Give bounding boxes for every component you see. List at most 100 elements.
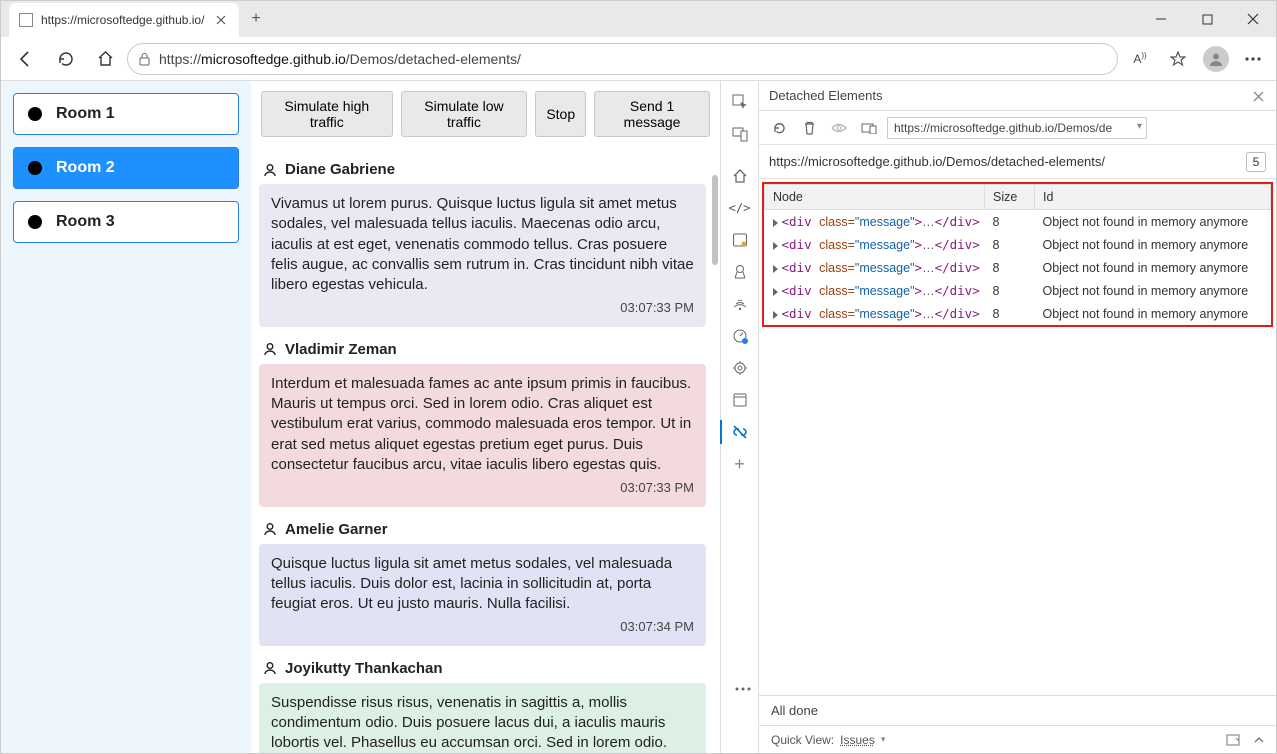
refresh-detached-button[interactable] <box>767 116 791 140</box>
messages-list: Diane Gabriene Vivamus ut lorem purus. Q… <box>251 143 720 753</box>
device-toggle-icon[interactable] <box>725 119 755 149</box>
page-url-text: https://microsoftedge.github.io/Demos/de… <box>769 154 1105 169</box>
message: Vladimir Zeman Interdum et malesuada fam… <box>259 341 706 507</box>
detached-count-badge: 5 <box>1246 152 1266 172</box>
message-sender: Vladimir Zeman <box>259 341 706 358</box>
person-icon <box>263 342 277 356</box>
table-row[interactable]: <div class="message">…</div> 8 Object no… <box>765 210 1271 234</box>
new-tab-button[interactable]: + <box>239 2 273 36</box>
reveal-button[interactable] <box>827 116 851 140</box>
table-row[interactable]: <div class="message">…</div> 8 Object no… <box>765 302 1271 325</box>
room-item-1[interactable]: Room 1 <box>13 93 239 135</box>
scrollbar-thumb[interactable] <box>712 175 718 265</box>
simulate-low-button[interactable]: Simulate low traffic <box>401 91 528 137</box>
status-dot-icon <box>28 161 42 175</box>
message-sender: Amelie Garner <box>259 521 706 538</box>
memory-tab-icon[interactable] <box>725 353 755 383</box>
room-item-3[interactable]: Room 3 <box>13 201 239 243</box>
stop-button[interactable]: Stop <box>535 91 586 137</box>
col-node[interactable]: Node <box>765 185 985 210</box>
favorites-button[interactable] <box>1160 41 1196 77</box>
person-icon <box>263 522 277 536</box>
application-tab-icon[interactable] <box>725 385 755 415</box>
message: Amelie Garner Quisque luctus ligula sit … <box>259 521 706 646</box>
window-close-button[interactable] <box>1230 1 1276 37</box>
message: Diane Gabriene Vivamus ut lorem purus. Q… <box>259 161 706 327</box>
message-body: Interdum et malesuada fames ac ante ipsu… <box>259 364 706 507</box>
devtools-header: Detached Elements <box>759 81 1276 111</box>
delete-button[interactable] <box>797 116 821 140</box>
quickview-footer: Quick View: Issues ▾ <box>759 725 1276 753</box>
rooms-sidebar: Room 1 Room 2 Room 3 <box>1 81 251 753</box>
demo-app: Room 1 Room 2 Room 3 Simulate high traff… <box>1 81 721 753</box>
detached-table-highlight: Node Size Id <div class="message">…</div… <box>762 182 1273 327</box>
read-aloud-button[interactable]: A)) <box>1122 41 1158 77</box>
detached-elements-tab-icon[interactable] <box>725 417 755 447</box>
table-row[interactable]: <div class="message">…</div> 8 Object no… <box>765 233 1271 256</box>
welcome-tab-icon[interactable] <box>725 161 755 191</box>
status-text: All done <box>771 703 818 718</box>
gc-button[interactable] <box>857 116 881 140</box>
status-footer: All done <box>759 695 1276 725</box>
window-maximize-button[interactable] <box>1184 1 1230 37</box>
status-dot-icon <box>28 215 42 229</box>
message-time: 03:07:34 PM <box>271 618 694 636</box>
frame-selector[interactable]: https://microsoftedge.github.io/Demos/de <box>887 117 1147 139</box>
table-row[interactable]: <div class="message">…</div> 8 Object no… <box>765 279 1271 302</box>
profile-avatar[interactable] <box>1198 41 1234 77</box>
message-sender: Joyikutty Thankachan <box>259 660 706 677</box>
site-lock-icon <box>138 52 151 66</box>
message-body: Suspendisse risus risus, venenatis in sa… <box>259 683 706 753</box>
window-titlebar: https://microsoftedge.github.io/ + <box>1 1 1276 37</box>
expand-caret-icon[interactable] <box>773 288 778 296</box>
nav-back-button[interactable] <box>7 41 43 77</box>
page-favicon-icon <box>19 13 33 27</box>
detached-elements-table: Node Size Id <div class="message">…</div… <box>764 184 1271 325</box>
expand-caret-icon[interactable] <box>773 219 778 227</box>
message-time: 03:07:33 PM <box>271 299 694 317</box>
quickview-value[interactable]: Issues <box>840 733 875 747</box>
devtools-tabstrip: </> + <box>721 81 759 753</box>
devtools-panel: </> + D <box>721 81 1276 753</box>
chat-column: Simulate high traffic Simulate low traff… <box>251 81 720 753</box>
message-body: Quisque luctus ligula sit amet metus sod… <box>259 544 706 646</box>
nav-refresh-button[interactable] <box>47 41 83 77</box>
elements-tab-icon[interactable]: </> <box>725 193 755 223</box>
page-url-row: https://microsoftedge.github.io/Demos/de… <box>759 145 1276 179</box>
col-id[interactable]: Id <box>1035 185 1271 210</box>
room-item-2[interactable]: Room 2 <box>13 147 239 189</box>
network-tab-icon[interactable] <box>725 289 755 319</box>
console-tab-icon[interactable] <box>725 225 755 255</box>
room-label: Room 3 <box>56 213 115 231</box>
simulate-high-button[interactable]: Simulate high traffic <box>261 91 393 137</box>
frame-url-text: https://microsoftedge.github.io/Demos/de <box>894 121 1112 135</box>
browser-menu-button[interactable] <box>1236 42 1270 76</box>
message-body: Vivamus ut lorem purus. Quisque luctus l… <box>259 184 706 327</box>
status-dot-icon <box>28 107 42 121</box>
inspect-element-icon[interactable] <box>725 87 755 117</box>
message-sender: Diane Gabriene <box>259 161 706 178</box>
expand-caret-icon[interactable] <box>773 265 778 273</box>
panel-title: Detached Elements <box>769 88 882 103</box>
more-tabs-icon[interactable]: + <box>725 449 755 479</box>
quickview-label: Quick View: <box>771 733 834 747</box>
detached-toolbar: https://microsoftedge.github.io/Demos/de <box>759 111 1276 145</box>
collapse-drawer-icon[interactable] <box>1254 736 1264 744</box>
expand-caret-icon[interactable] <box>773 242 778 250</box>
window-minimize-button[interactable] <box>1138 1 1184 37</box>
tab-close-button[interactable] <box>213 12 229 28</box>
send-one-button[interactable]: Send 1 message <box>594 91 710 137</box>
devtools-close-button[interactable] <box>1248 86 1268 106</box>
expand-caret-icon[interactable] <box>773 311 778 319</box>
nav-home-button[interactable] <box>87 41 123 77</box>
drawer-icon[interactable] <box>1226 734 1240 746</box>
devtools-more-button[interactable] <box>728 674 758 704</box>
performance-tab-icon[interactable] <box>725 321 755 351</box>
col-size[interactable]: Size <box>985 185 1035 210</box>
browser-tab[interactable]: https://microsoftedge.github.io/ <box>9 3 239 37</box>
sources-tab-icon[interactable] <box>725 257 755 287</box>
table-row[interactable]: <div class="message">…</div> 8 Object no… <box>765 256 1271 279</box>
room-label: Room 2 <box>56 159 115 177</box>
address-bar[interactable]: https://microsoftedge.github.io/Demos/de… <box>127 43 1118 75</box>
browser-toolbar: https://microsoftedge.github.io/Demos/de… <box>1 37 1276 81</box>
